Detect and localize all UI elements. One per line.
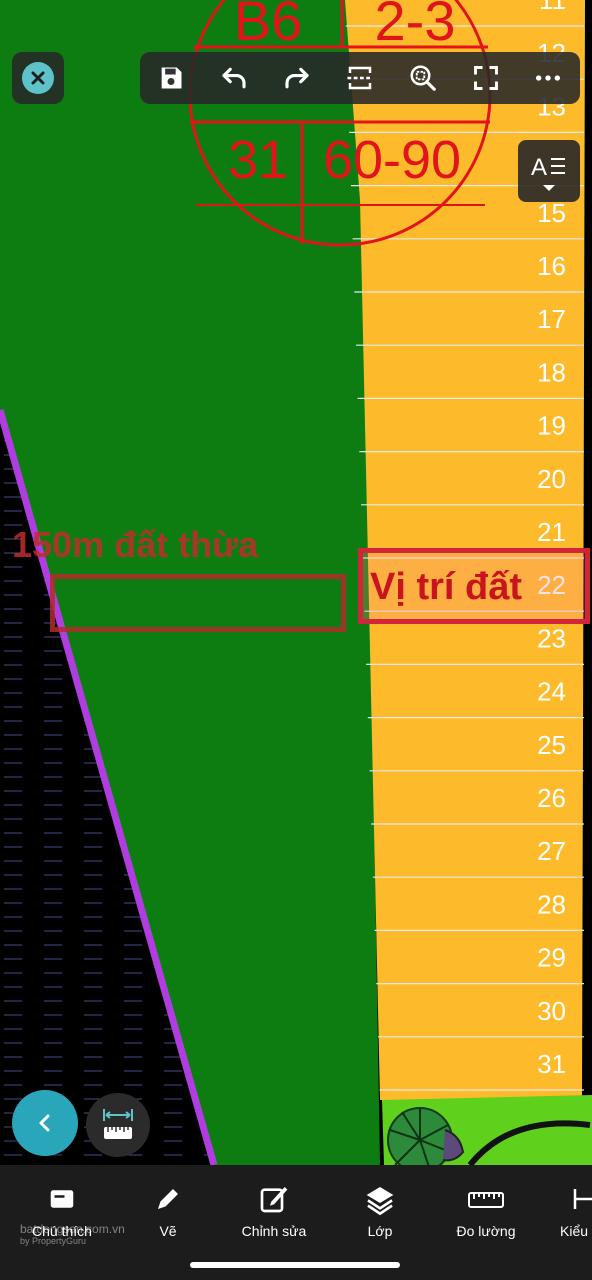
ruler-icon bbox=[467, 1183, 505, 1215]
close-icon bbox=[22, 62, 54, 94]
nav-edit[interactable]: Chỉnh sửa bbox=[224, 1183, 324, 1239]
lot-number: 27 bbox=[537, 836, 566, 866]
layers-icon bbox=[364, 1183, 396, 1215]
svg-text:A: A bbox=[531, 154, 547, 181]
save-button[interactable] bbox=[151, 58, 191, 98]
lot-number: 26 bbox=[537, 783, 566, 813]
lot-number: 30 bbox=[537, 996, 566, 1026]
lot-number: 28 bbox=[537, 889, 566, 919]
fullscreen-button[interactable] bbox=[466, 58, 506, 98]
style-icon bbox=[570, 1183, 592, 1215]
fullscreen-icon bbox=[473, 66, 498, 90]
close-button[interactable] bbox=[12, 52, 64, 104]
stamp-row2: 31 bbox=[228, 130, 288, 190]
lot-number: 11 bbox=[539, 0, 566, 15]
annotation-right-label[interactable]: Vị trí đất bbox=[370, 566, 522, 609]
lot-number: 21 bbox=[537, 517, 566, 547]
nav-draw-label: Vẽ bbox=[159, 1223, 177, 1239]
nav-style[interactable]: Kiểu bbox=[530, 1183, 592, 1239]
zoom-fit-button[interactable] bbox=[403, 58, 443, 98]
redo-button[interactable] bbox=[277, 58, 317, 98]
undo-icon bbox=[222, 67, 246, 89]
lot-number: 29 bbox=[537, 943, 566, 973]
nav-layers-label: Lớp bbox=[367, 1223, 393, 1239]
measure-tool-button[interactable] bbox=[86, 1093, 150, 1157]
lot-number: 25 bbox=[537, 730, 566, 760]
edit-icon bbox=[258, 1183, 290, 1215]
home-indicator[interactable] bbox=[190, 1262, 400, 1268]
lot-number: 24 bbox=[537, 677, 566, 707]
more-icon bbox=[536, 75, 561, 81]
text-format-button[interactable]: A bbox=[518, 140, 580, 202]
pen-icon bbox=[153, 1183, 183, 1215]
lot-number: 20 bbox=[537, 464, 566, 494]
save-icon bbox=[162, 67, 182, 89]
undo-button[interactable] bbox=[214, 58, 254, 98]
measure-icon bbox=[103, 1109, 133, 1139]
text-format-icon: A bbox=[531, 154, 565, 191]
lot-number: 15 bbox=[537, 198, 566, 228]
nav-layers[interactable]: Lớp bbox=[330, 1183, 430, 1239]
lot-number: 16 bbox=[537, 251, 566, 281]
nav-style-label: Kiểu bbox=[560, 1223, 589, 1239]
lot-number: 18 bbox=[537, 357, 566, 387]
annotation-left-label[interactable]: 150m đất thừa bbox=[12, 524, 258, 566]
chevron-left-icon bbox=[39, 1114, 50, 1132]
lot-number: 23 bbox=[537, 623, 566, 653]
redo-icon bbox=[285, 67, 309, 89]
top-toolbar bbox=[140, 52, 580, 104]
stamp-block: 2-3 bbox=[375, 0, 456, 52]
lot-number: 19 bbox=[537, 411, 566, 441]
nav-measure-label: Đo lường bbox=[456, 1223, 516, 1239]
watermark: batdongsan.com.vn by PropertyGuru bbox=[20, 1222, 125, 1246]
stamp-row2b: 60-90 bbox=[323, 130, 461, 190]
lot-number: 17 bbox=[537, 304, 566, 334]
back-button[interactable] bbox=[12, 1090, 78, 1156]
nav-measure[interactable]: Đo lường bbox=[436, 1183, 536, 1239]
nav-draw[interactable]: Vẽ bbox=[118, 1183, 218, 1239]
crop-button[interactable] bbox=[340, 58, 380, 98]
map-canvas[interactable]: 1112131516171819202122232425262728293031… bbox=[0, 0, 592, 1165]
annotation-left-box[interactable] bbox=[50, 574, 346, 632]
nav-edit-label: Chỉnh sửa bbox=[241, 1223, 307, 1239]
zoom-fit-icon bbox=[410, 65, 436, 91]
watermark-sub: by PropertyGuru bbox=[20, 1236, 87, 1246]
crop-icon bbox=[347, 66, 373, 90]
annotation-icon bbox=[47, 1183, 77, 1215]
lot-number: 31 bbox=[537, 1049, 566, 1079]
watermark-brand: batdongsan.com.vn bbox=[20, 1222, 125, 1236]
more-button[interactable] bbox=[528, 58, 568, 98]
stamp-code: B6 bbox=[234, 0, 303, 52]
